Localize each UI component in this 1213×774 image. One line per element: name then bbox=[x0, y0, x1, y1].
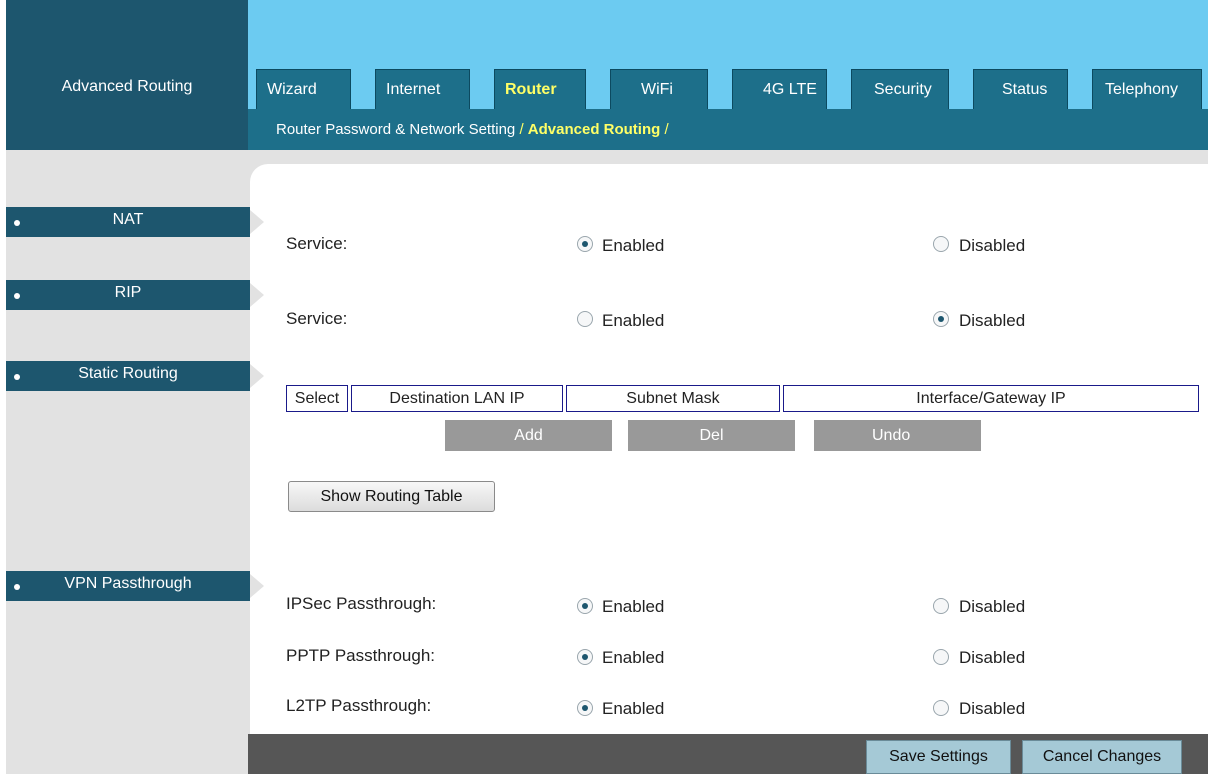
ipsec-passthrough-label: IPSec Passthrough: bbox=[286, 594, 437, 613]
pptp-disabled-label: Disabled bbox=[959, 648, 1026, 667]
l2tp-disabled-radio[interactable] bbox=[933, 700, 949, 716]
add-route-button[interactable]: Add bbox=[445, 420, 612, 451]
sidebar-item-vpn-passthrough: VPN Passthrough bbox=[6, 571, 250, 601]
l2tp-passthrough-label: L2TP Passthrough: bbox=[286, 696, 432, 715]
sidebar-item-static-routing: Static Routing bbox=[6, 361, 250, 391]
rip-disabled-label: Disabled bbox=[959, 311, 1026, 330]
l2tp-enabled-label: Enabled bbox=[602, 699, 665, 718]
nat-enabled-label: Enabled bbox=[602, 236, 665, 255]
nat-disabled-radio[interactable] bbox=[933, 236, 949, 252]
rip-enabled-radio[interactable] bbox=[577, 311, 593, 327]
sidebar-item-label: VPN Passthrough bbox=[64, 575, 192, 592]
sidebar-item-label: NAT bbox=[112, 211, 144, 228]
table-header-subnet-mask: Subnet Mask bbox=[566, 385, 780, 412]
pointer-arrow-icon bbox=[250, 210, 264, 234]
pptp-enabled-label: Enabled bbox=[602, 648, 665, 667]
save-settings-button[interactable]: Save Settings bbox=[866, 740, 1011, 774]
breadcrumb-separator: / bbox=[515, 121, 528, 138]
breadcrumb: Router Password & Network Setting / Adva… bbox=[276, 121, 669, 138]
pptp-disabled-radio[interactable] bbox=[933, 649, 949, 665]
tab-internet[interactable]: Internet bbox=[375, 69, 470, 109]
tab-status[interactable]: Status bbox=[973, 69, 1068, 109]
sidebar-item-label: RIP bbox=[114, 284, 142, 301]
section-title: Advanced Routing bbox=[61, 78, 193, 95]
ipsec-disabled-label: Disabled bbox=[959, 597, 1026, 616]
pptp-enabled-radio[interactable] bbox=[577, 649, 593, 665]
breadcrumb-bar: Router Password & Network Setting / Adva… bbox=[248, 109, 1208, 150]
show-routing-table-button[interactable]: Show Routing Table bbox=[288, 481, 495, 512]
undo-button[interactable]: Undo bbox=[814, 420, 981, 451]
rip-disabled-radio[interactable] bbox=[933, 311, 949, 327]
l2tp-enabled-radio[interactable] bbox=[577, 700, 593, 716]
tab-telephony[interactable]: Telephony bbox=[1092, 69, 1202, 109]
pptp-passthrough-label: PPTP Passthrough: bbox=[286, 646, 435, 665]
breadcrumb-advanced-routing[interactable]: Advanced Routing bbox=[528, 121, 661, 138]
tab-security[interactable]: Security bbox=[851, 69, 949, 109]
nat-service-label: Service: bbox=[286, 234, 348, 253]
tab-wizard[interactable]: Wizard bbox=[256, 69, 351, 109]
table-header-interface-gateway-ip: Interface/Gateway IP bbox=[783, 385, 1199, 412]
sidebar-item-nat: NAT bbox=[6, 207, 250, 237]
tab-4g-lte[interactable]: 4G LTE bbox=[732, 69, 827, 109]
tab-wifi[interactable]: WiFi bbox=[610, 69, 708, 109]
ipsec-enabled-radio[interactable] bbox=[577, 598, 593, 614]
router-admin-page: Advanced Routing Wizard Internet Router … bbox=[6, 0, 1208, 774]
tab-router[interactable]: Router bbox=[494, 69, 586, 109]
sidebar-item-rip: RIP bbox=[6, 280, 250, 310]
pointer-arrow-icon bbox=[250, 364, 264, 388]
ipsec-disabled-radio[interactable] bbox=[933, 598, 949, 614]
pointer-arrow-icon bbox=[250, 574, 264, 598]
table-header-destination-lan-ip: Destination LAN IP bbox=[351, 385, 563, 412]
l2tp-disabled-label: Disabled bbox=[959, 699, 1026, 718]
breadcrumb-router-password[interactable]: Router Password & Network Setting bbox=[276, 121, 515, 138]
sidebar-item-label: Static Routing bbox=[78, 365, 178, 382]
nat-disabled-label: Disabled bbox=[959, 236, 1026, 255]
breadcrumb-separator: / bbox=[660, 121, 669, 138]
table-header-select: Select bbox=[286, 385, 348, 412]
pointer-arrow-icon bbox=[250, 283, 264, 307]
delete-route-button[interactable]: Del bbox=[628, 420, 795, 451]
ipsec-enabled-label: Enabled bbox=[602, 597, 665, 616]
rip-enabled-label: Enabled bbox=[602, 311, 665, 330]
cancel-changes-button[interactable]: Cancel Changes bbox=[1022, 740, 1182, 774]
top-navigation: Wizard Internet Router WiFi 4G LTE Secur… bbox=[248, 0, 1208, 150]
rip-service-label: Service: bbox=[286, 309, 348, 328]
section-header: Advanced Routing bbox=[6, 0, 248, 150]
nat-enabled-radio[interactable] bbox=[577, 236, 593, 252]
